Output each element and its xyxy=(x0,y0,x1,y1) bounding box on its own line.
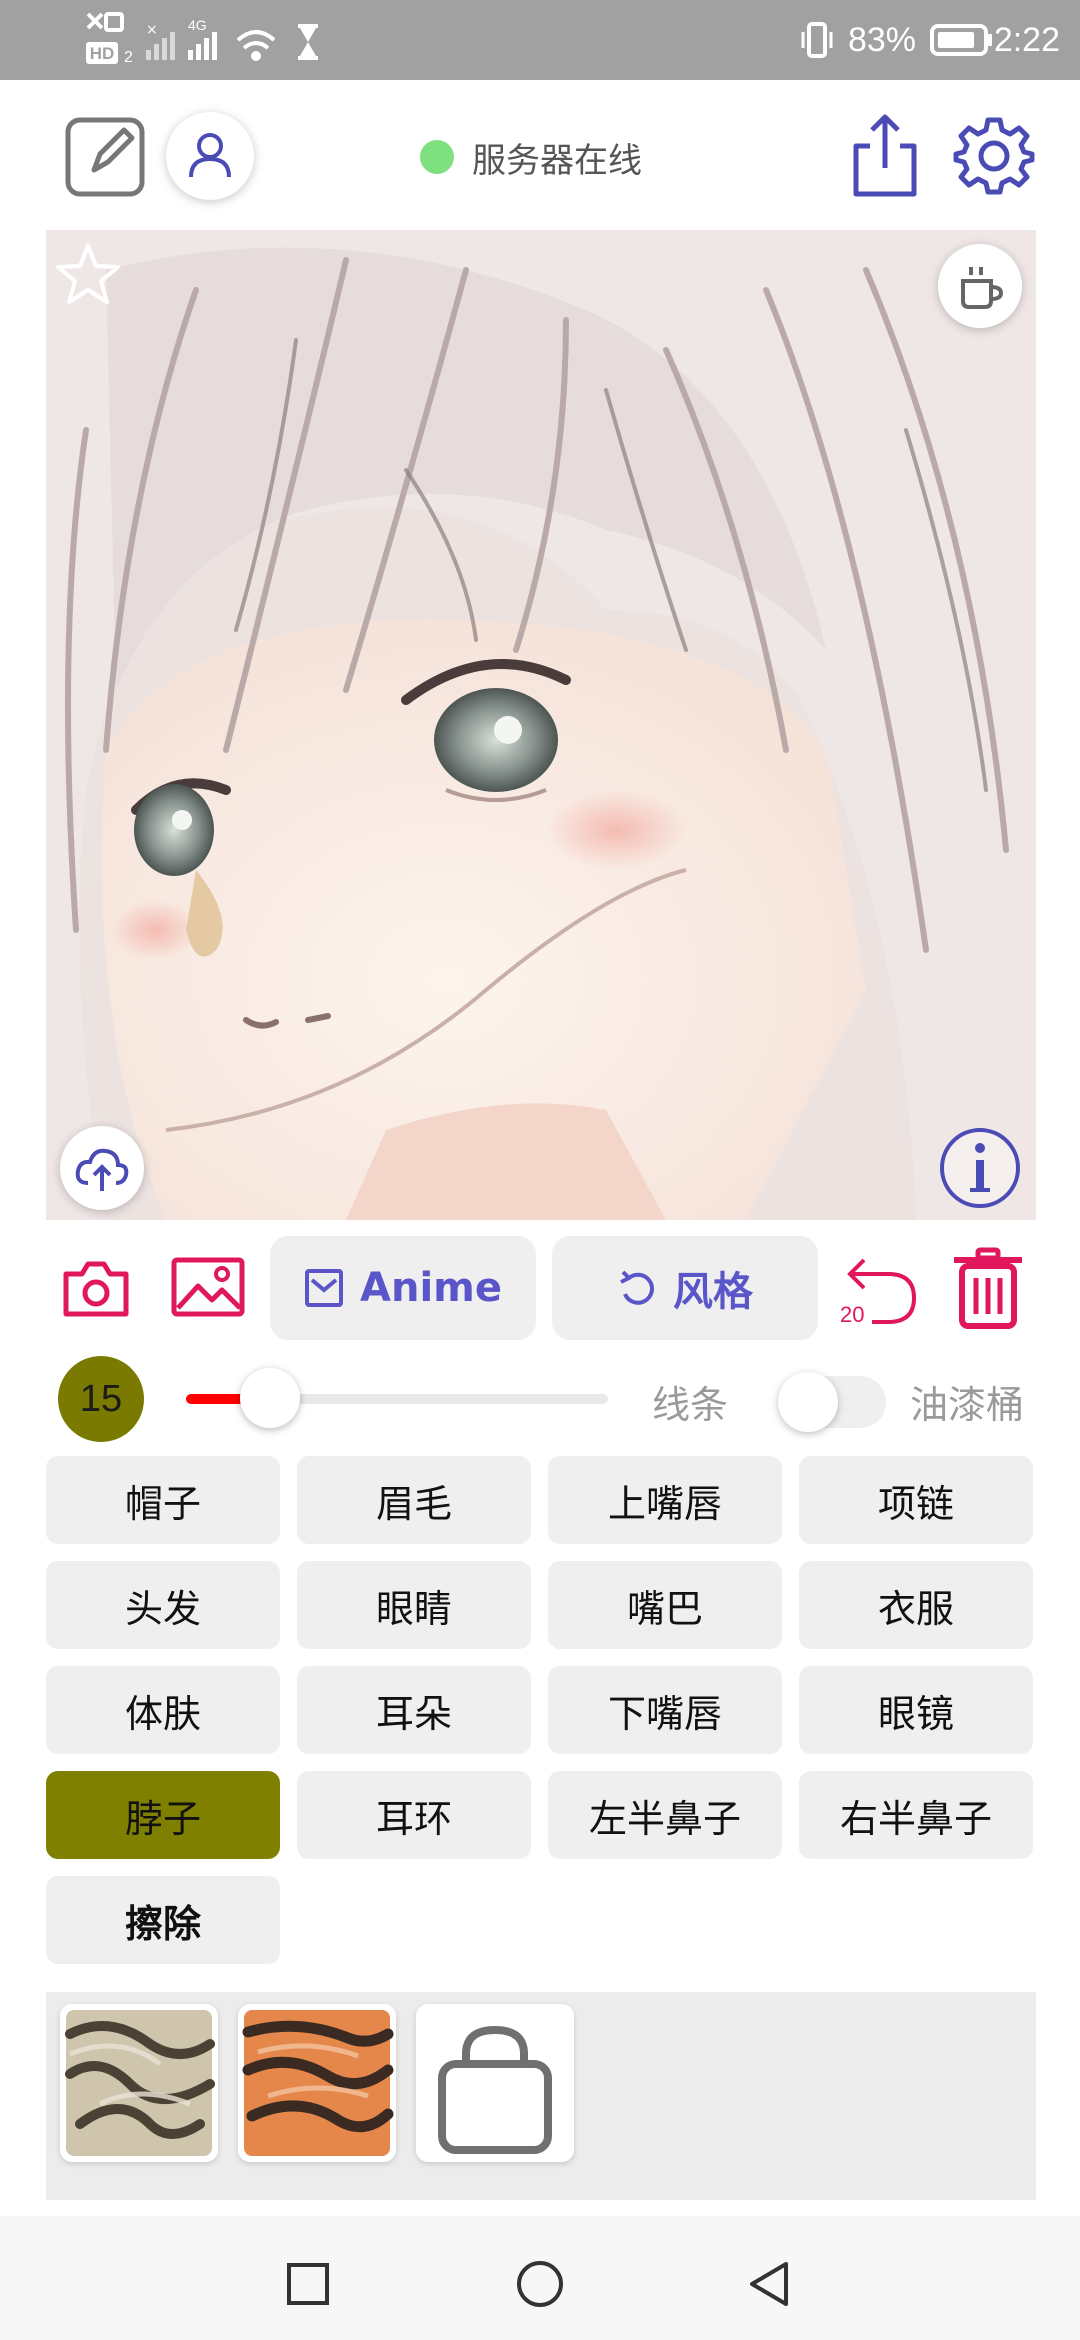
part-eyebrows[interactable]: 眉毛 xyxy=(297,1456,531,1544)
line-label: 线条 xyxy=(652,1383,729,1427)
edit-icon xyxy=(65,117,145,197)
trash-icon xyxy=(954,1247,1022,1329)
gallery-button[interactable] xyxy=(170,1256,246,1320)
cloud-upload-icon xyxy=(75,1148,129,1191)
account-button[interactable] xyxy=(166,112,254,200)
coffee-button[interactable] xyxy=(938,244,1022,328)
style-label: 风格 xyxy=(673,1269,753,1315)
undo-count: 20 xyxy=(840,1302,865,1327)
part-right-nose[interactable]: 右半鼻子 xyxy=(799,1771,1033,1859)
info-icon xyxy=(940,1128,1020,1208)
part-ears[interactable]: 耳朵 xyxy=(297,1666,531,1754)
part-lower-lip[interactable]: 下嘴唇 xyxy=(548,1666,782,1754)
part-eraser[interactable]: 擦除 xyxy=(46,1876,280,1964)
texture-tiger-icon xyxy=(242,2010,394,2156)
battery-icon xyxy=(930,24,992,56)
upload-button[interactable] xyxy=(60,1126,144,1210)
svg-text:HD: HD xyxy=(90,44,115,63)
back-icon xyxy=(750,2262,788,2306)
part-clothes[interactable]: 衣服 xyxy=(799,1561,1033,1649)
status-right: 83% 2:22 xyxy=(800,14,1060,66)
hourglass-icon xyxy=(298,24,318,60)
part-earrings[interactable]: 耳环 xyxy=(297,1771,531,1859)
recents-icon xyxy=(287,2263,329,2305)
shopping-bag-icon xyxy=(438,2025,552,2154)
status-bar: HD 2 × 4G 83% 2:22 xyxy=(0,0,1080,80)
texture-swatch-zebra[interactable] xyxy=(60,2004,218,2162)
share-button[interactable] xyxy=(848,112,922,200)
star-icon xyxy=(56,244,120,304)
anime-mode-label: Anime xyxy=(360,1265,502,1311)
anime-portrait xyxy=(46,230,1036,1220)
user-icon xyxy=(189,133,231,178)
wifi-icon xyxy=(236,30,276,61)
texture-swatch-tiger[interactable] xyxy=(238,2004,396,2162)
texture-zebra-icon xyxy=(65,2010,215,2156)
settings-button[interactable] xyxy=(952,114,1036,198)
part-neck[interactable]: 脖子 xyxy=(46,1771,280,1859)
image-icon xyxy=(171,1257,245,1317)
no-sim-icon xyxy=(86,12,124,32)
svg-text:×: × xyxy=(146,22,158,38)
battery-percent: 83% xyxy=(847,20,916,59)
artwork-canvas[interactable] xyxy=(46,230,1036,1220)
share-icon xyxy=(853,114,917,197)
brush-size-slider-thumb[interactable] xyxy=(240,1368,301,1428)
anime-mode-button[interactable]: Anime xyxy=(270,1236,536,1340)
part-upper-lip[interactable]: 上嘴唇 xyxy=(548,1456,782,1544)
home-button[interactable] xyxy=(516,2260,564,2308)
coffee-icon xyxy=(961,267,1004,309)
system-nav-bar xyxy=(0,2216,1080,2340)
info-button[interactable] xyxy=(938,1126,1022,1210)
svg-text:4G: 4G xyxy=(188,17,207,33)
vibrate-icon xyxy=(801,22,833,58)
delete-button[interactable] xyxy=(950,1246,1026,1330)
part-left-nose[interactable]: 左半鼻子 xyxy=(548,1771,782,1859)
camera-icon xyxy=(63,1261,129,1317)
server-status-label: 服务器在线 xyxy=(472,140,642,181)
refresh-icon xyxy=(620,1270,654,1305)
undo-button[interactable]: 20 xyxy=(838,1250,920,1330)
edit-button[interactable] xyxy=(64,116,146,198)
svg-text:2: 2 xyxy=(124,49,133,66)
bucket-toggle-knob[interactable] xyxy=(778,1372,838,1432)
settings-icon xyxy=(953,117,1035,195)
server-status: 服务器在线 xyxy=(420,132,642,182)
part-mouth[interactable]: 嘴巴 xyxy=(548,1561,782,1649)
mail-box-icon xyxy=(305,1269,344,1307)
clock: 2:22 xyxy=(993,20,1060,59)
texture-store-button[interactable] xyxy=(416,2004,574,2162)
home-icon xyxy=(517,2261,563,2307)
style-button[interactable]: 风格 xyxy=(552,1236,818,1340)
part-hat[interactable]: 帽子 xyxy=(46,1456,280,1544)
back-button[interactable] xyxy=(746,2260,790,2308)
bucket-label: 油漆桶 xyxy=(910,1383,1025,1427)
part-skin[interactable]: 体肤 xyxy=(46,1666,280,1754)
server-status-dot xyxy=(420,140,454,174)
part-necklace[interactable]: 项链 xyxy=(799,1456,1033,1544)
part-glasses[interactable]: 眼镜 xyxy=(799,1666,1033,1754)
camera-button[interactable] xyxy=(60,1256,132,1320)
recents-button[interactable] xyxy=(286,2262,330,2306)
network-status-icons: HD 2 × 4G xyxy=(86,12,318,66)
part-eyes[interactable]: 眼睛 xyxy=(297,1561,531,1649)
part-hair[interactable]: 头发 xyxy=(46,1561,280,1649)
favorite-button[interactable] xyxy=(56,242,120,306)
brush-size-indicator: 15 xyxy=(58,1356,144,1442)
